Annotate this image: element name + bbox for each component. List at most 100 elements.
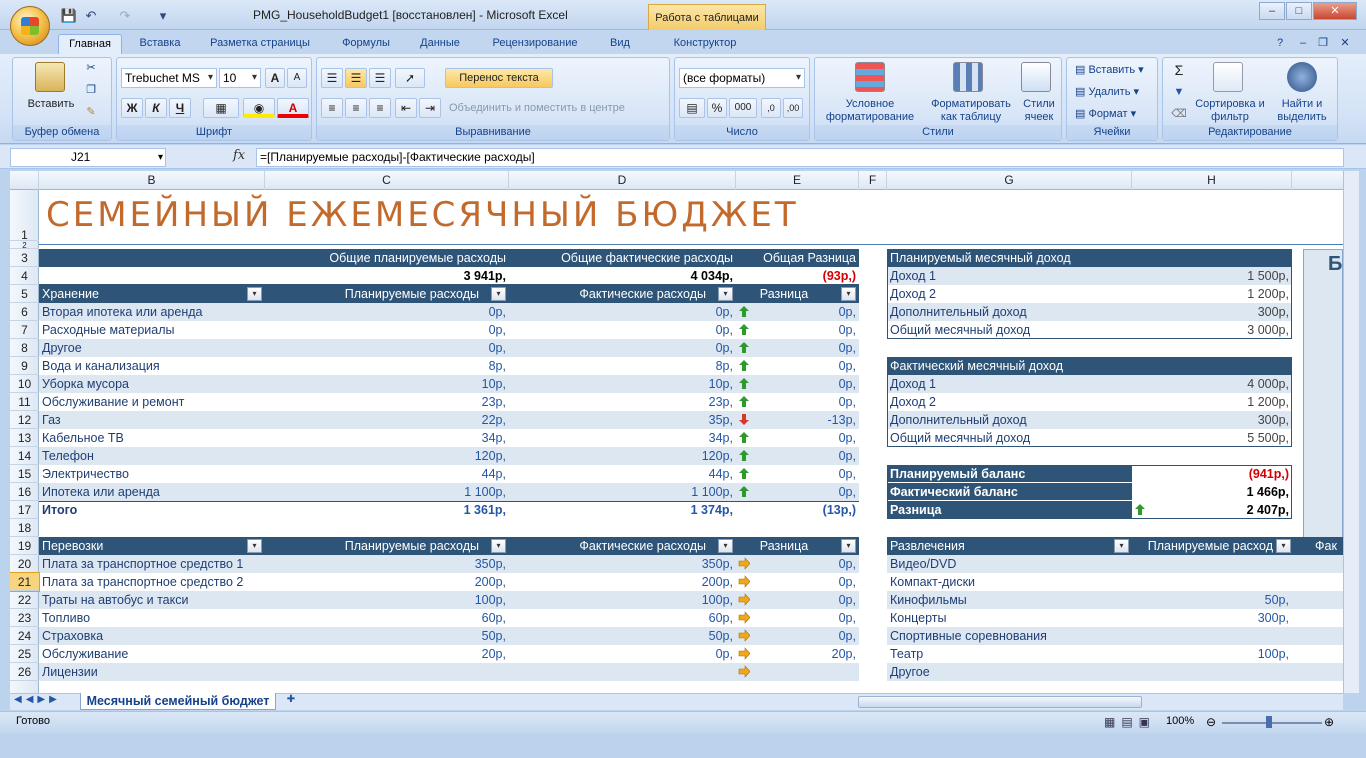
housing-actual[interactable]: 10р, — [509, 375, 736, 393]
housing-row-label[interactable]: Кабельное ТВ — [39, 429, 265, 447]
column-header[interactable]: E — [736, 171, 859, 190]
cell-styles-button[interactable]: Стили ячеек — [1019, 98, 1059, 124]
row-header[interactable]: 3 — [10, 249, 39, 267]
housing-actual[interactable]: 0р, — [509, 321, 736, 339]
row-header[interactable]: 15 — [10, 465, 39, 483]
housing-row-label[interactable]: Другое — [39, 339, 265, 357]
filter-dropdown-icon[interactable]: ▾ — [247, 539, 262, 553]
delete-cells-button[interactable]: ▤ Удалить ▾ — [1075, 86, 1155, 99]
actual_income-row-value[interactable]: 5 500р, — [1132, 429, 1292, 447]
housing-actual[interactable]: 34р, — [509, 429, 736, 447]
housing-difference[interactable]: 0р, — [756, 339, 859, 357]
shrink-font-button[interactable]: A — [287, 68, 307, 88]
column-header[interactable]: C — [265, 171, 509, 190]
entertainment-row-label[interactable]: Концерты — [887, 609, 1132, 627]
housing-planned[interactable]: 0р, — [265, 321, 509, 339]
sort-filter-button[interactable]: Сортировка и фильтр — [1193, 98, 1267, 124]
actual_income-row-label[interactable]: Общий месячный доход — [887, 429, 1132, 447]
sheet-tab-monthly-budget[interactable]: Месячный семейный бюджет — [80, 693, 276, 710]
view-buttons-icon[interactable]: ▦▤▣ — [1104, 715, 1156, 729]
orientation-button[interactable]: ➚ — [395, 68, 425, 88]
decrease-decimal-button[interactable]: ,00 — [783, 98, 803, 118]
housing-planned[interactable]: 0р, — [265, 303, 509, 321]
row-header[interactable]: 1 — [10, 190, 39, 242]
filter-dropdown-icon[interactable]: ▾ — [491, 287, 506, 301]
planned_income-row-label[interactable]: Дополнительный доход — [887, 303, 1132, 321]
transport-row-label[interactable]: Плата за транспортное средство 1 — [39, 555, 265, 573]
percent-button[interactable]: % — [707, 98, 727, 118]
planned_income-row-label[interactable]: Доход 1 — [887, 267, 1132, 285]
planned_income-row-value[interactable]: 3 000р, — [1132, 321, 1292, 339]
save-icon[interactable]: 💾 — [60, 8, 78, 24]
actual_income-row-label[interactable]: Доход 1 — [887, 375, 1132, 393]
housing-actual[interactable]: 120р, — [509, 447, 736, 465]
filter-dropdown-icon[interactable]: ▾ — [491, 539, 506, 553]
transport-difference[interactable] — [756, 663, 859, 681]
ribbon-close-icon[interactable]: ✕ — [1338, 34, 1352, 54]
format-painter-icon[interactable]: ✎ — [83, 106, 99, 119]
transport-difference[interactable]: 20р, — [756, 645, 859, 663]
transport-difference[interactable]: 0р, — [756, 555, 859, 573]
horizontal-scrollbar[interactable] — [858, 696, 1142, 708]
housing-difference[interactable]: 0р, — [756, 375, 859, 393]
housing-difference[interactable]: 0р, — [756, 483, 859, 501]
align-bottom-button[interactable]: ☰ — [369, 68, 391, 88]
insert-function-button[interactable]: fx — [233, 148, 245, 163]
comma-style-button[interactable]: 000 — [729, 98, 757, 118]
housing-row-label[interactable]: Вторая ипотека или аренда — [39, 303, 265, 321]
row-header[interactable]: 11 — [10, 393, 39, 411]
vertical-scrollbar[interactable] — [1343, 171, 1359, 693]
filter-dropdown-icon[interactable]: ▾ — [718, 539, 733, 553]
row-header[interactable]: 2 — [10, 241, 39, 250]
insert-sheet-icon[interactable]: ✚ — [282, 694, 300, 709]
row-header[interactable]: 16 — [10, 483, 39, 501]
column-header[interactable]: H — [1132, 171, 1292, 190]
font-color-button[interactable]: A — [277, 98, 309, 118]
entertainment-planned[interactable] — [1132, 555, 1292, 573]
name-box[interactable]: J21 — [10, 148, 166, 167]
housing-difference[interactable]: 0р, — [756, 357, 859, 375]
conditional-formatting-button[interactable]: Условное форматирование — [815, 98, 925, 124]
copy-icon[interactable]: ❐ — [83, 84, 99, 97]
housing-planned[interactable]: 22р, — [265, 411, 509, 429]
entertainment-row-label[interactable]: Компакт-диски — [887, 573, 1132, 591]
format-cells-button[interactable]: ▤ Формат ▾ — [1075, 108, 1155, 121]
housing-planned[interactable]: 10р, — [265, 375, 509, 393]
find-select-button[interactable]: Найти и выделить — [1269, 98, 1335, 124]
housing-actual[interactable]: 23р, — [509, 393, 736, 411]
maximize-button[interactable]: □ — [1286, 2, 1312, 20]
planned_income-row-label[interactable]: Общий месячный доход — [887, 321, 1132, 339]
customize-qat-icon[interactable]: ▾ — [154, 8, 172, 24]
font-size-combo[interactable]: 10 — [219, 68, 261, 88]
row-header[interactable]: 6 — [10, 303, 39, 321]
housing-actual[interactable]: 1 100р, — [509, 483, 736, 501]
transport-planned[interactable]: 100р, — [265, 591, 509, 609]
bold-button[interactable]: Ж — [121, 98, 143, 118]
planned_income-row-label[interactable]: Доход 2 — [887, 285, 1132, 303]
entertainment-row-label[interactable]: Кинофильмы — [887, 591, 1132, 609]
housing-planned[interactable]: 34р, — [265, 429, 509, 447]
row-header[interactable]: 8 — [10, 339, 39, 357]
transport-row-label[interactable]: Страховка — [39, 627, 265, 645]
minimize-button[interactable]: – — [1259, 2, 1285, 20]
row-header[interactable]: 20 — [10, 555, 39, 573]
sheet-nav-icon[interactable]: ◀◀▶▶ — [14, 694, 61, 705]
fill-icon[interactable]: ▼ — [1167, 86, 1191, 99]
align-left-button[interactable]: ≡ — [321, 98, 343, 118]
planned_income-row-value[interactable]: 300р, — [1132, 303, 1292, 321]
filter-dropdown-icon[interactable]: ▾ — [841, 287, 856, 301]
housing-row-label[interactable]: Вода и канализация — [39, 357, 265, 375]
housing-planned[interactable]: 1 100р, — [265, 483, 509, 501]
transport-actual[interactable]: 50р, — [509, 627, 736, 645]
housing-actual[interactable]: 0р, — [509, 339, 736, 357]
format-as-table-button[interactable]: Форматировать как таблицу — [923, 98, 1019, 124]
row-header[interactable]: 13 — [10, 429, 39, 447]
transport-actual[interactable]: 200р, — [509, 573, 736, 591]
merge-center-button[interactable]: Объединить и поместить в центре — [449, 102, 663, 115]
tab-page-layout[interactable]: Разметка страницы — [200, 34, 320, 54]
transport-planned[interactable]: 20р, — [265, 645, 509, 663]
transport-planned[interactable]: 50р, — [265, 627, 509, 645]
housing-planned[interactable]: 120р, — [265, 447, 509, 465]
row-header[interactable]: 9 — [10, 357, 39, 375]
housing-difference[interactable]: 0р, — [756, 393, 859, 411]
